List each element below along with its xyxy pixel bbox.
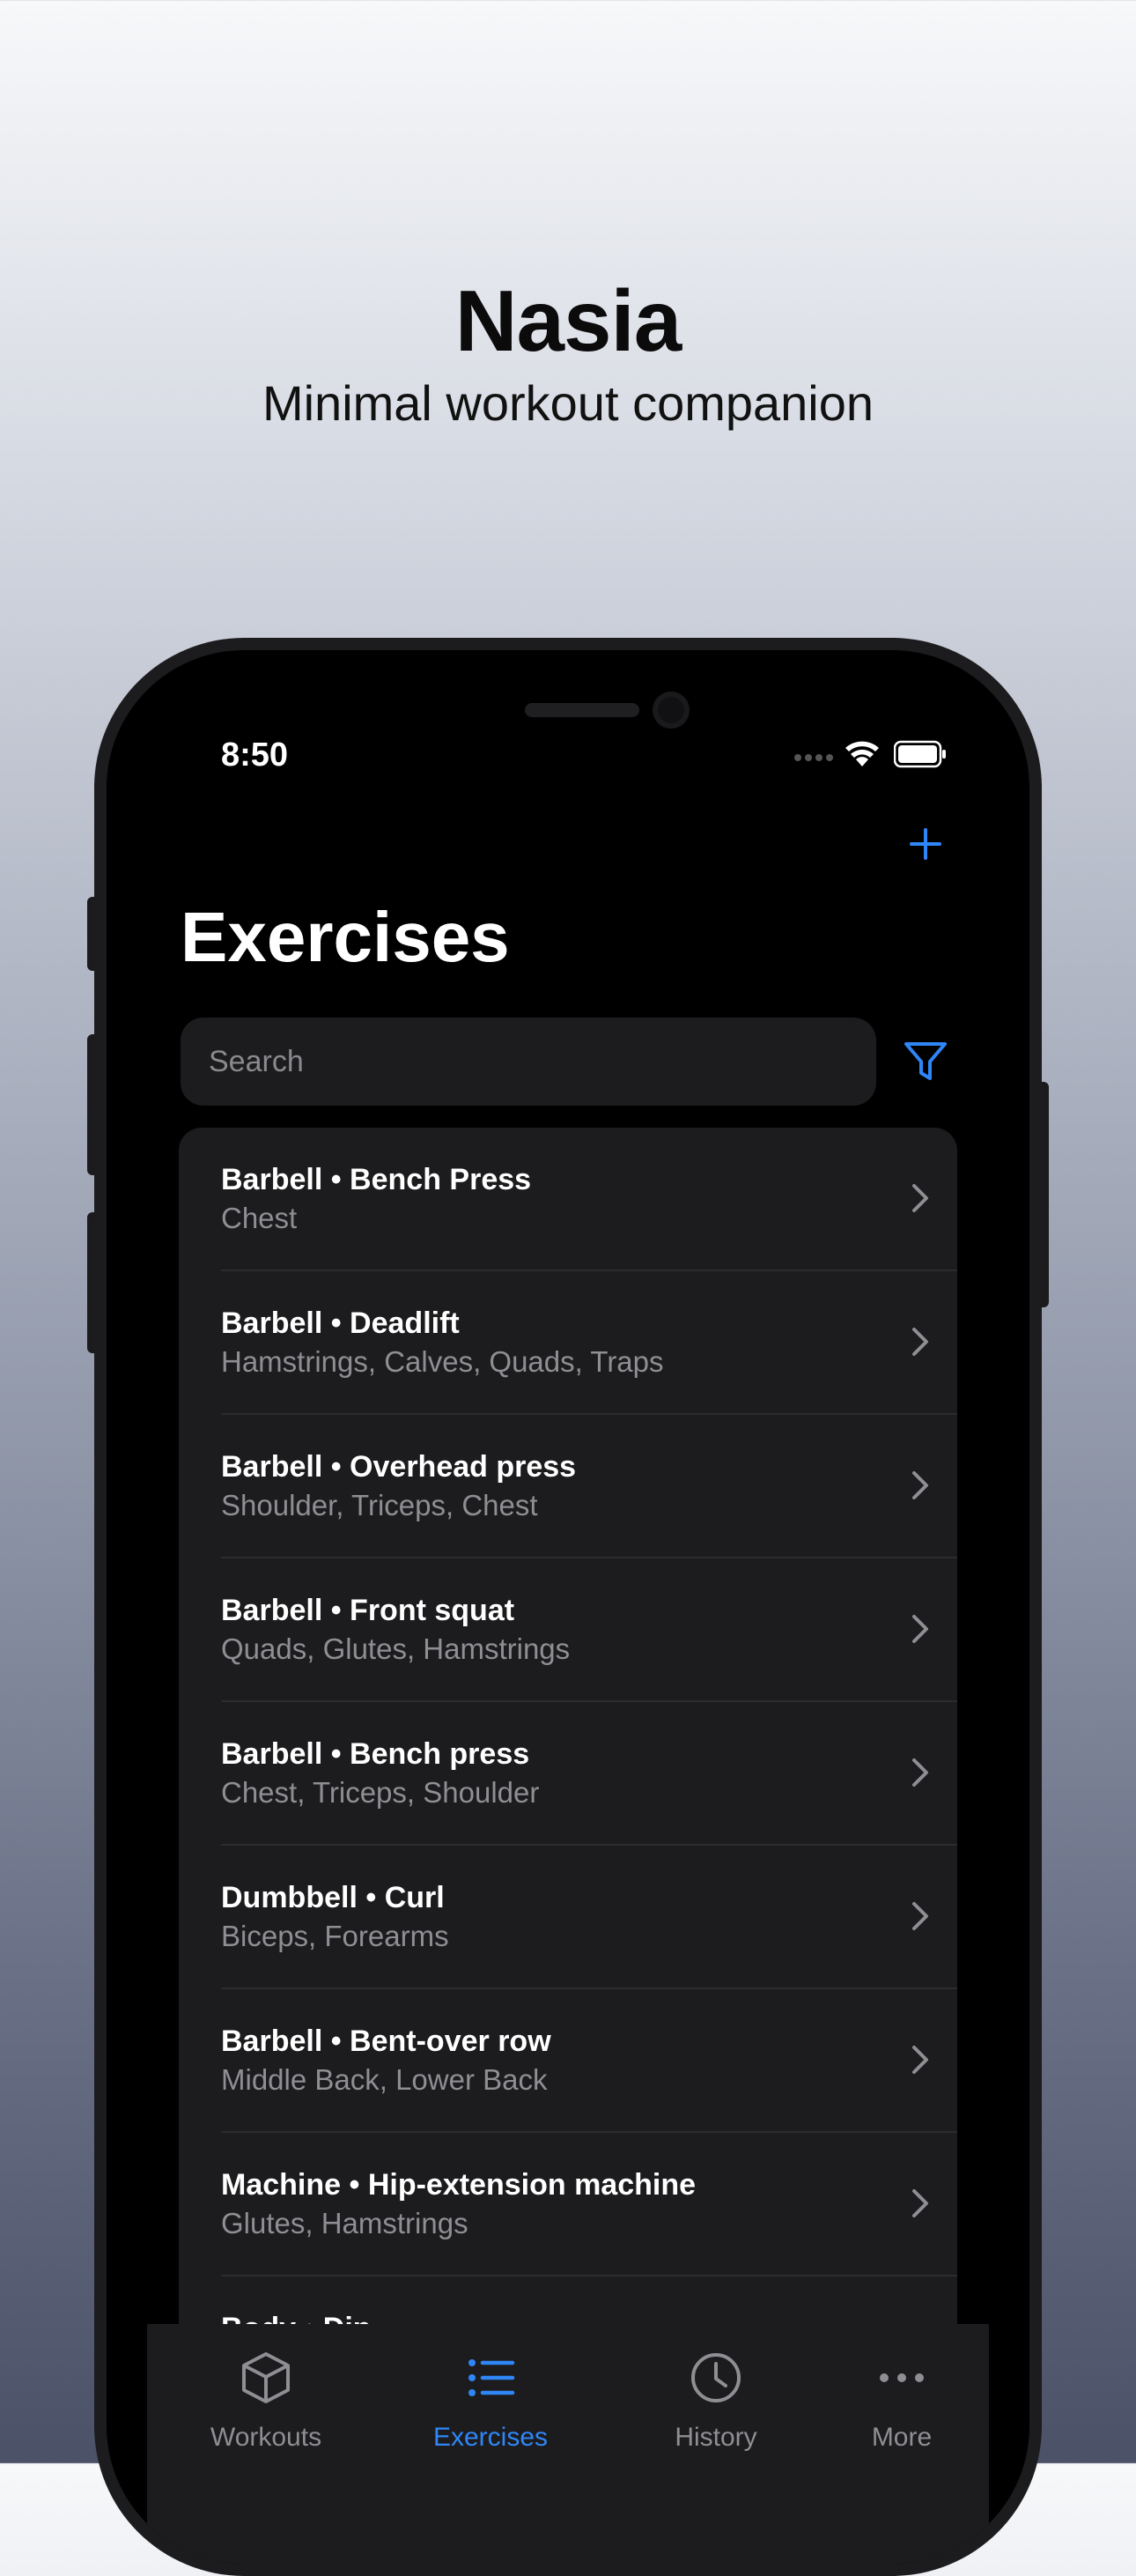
exercise-title: Barbell • Bench press [221, 1737, 530, 1771]
clock-icon [691, 2353, 741, 2402]
chevron-right-icon [912, 2189, 928, 2217]
exercise-title: Barbell • Deadlift [221, 1307, 460, 1340]
page-title: Exercises [181, 898, 510, 976]
list-item[interactable]: Barbell • Deadlift Hamstrings, Calves, Q… [179, 1271, 957, 1415]
tab-label: Exercises [432, 2423, 549, 2452]
speaker-grille [525, 703, 639, 717]
battery-icon [894, 740, 946, 768]
exercise-muscles: Glutes, Hamstrings [221, 2207, 468, 2239]
exercise-muscles: Chest, Triceps, Shoulder [221, 1776, 540, 1809]
list-icon [468, 2359, 515, 2396]
chevron-right-icon [912, 1758, 928, 1787]
tab-exercises[interactable]: Exercises [394, 2324, 587, 2500]
chevron-right-icon [912, 2046, 928, 2074]
cube-icon [242, 2352, 290, 2403]
phone-frame: 8:50 Exercises Search Barbell • Bench Pr… [94, 638, 1042, 2576]
chevron-right-icon [912, 1615, 928, 1643]
tab-label: More [871, 2423, 933, 2452]
tab-bar: Workouts Exercises History More [147, 2324, 989, 2564]
list-item[interactable]: Barbell • Bench Press Chest [179, 1128, 957, 1271]
phone-screen: 8:50 Exercises Search Barbell • Bench Pr… [107, 650, 1029, 2564]
chevron-right-icon [912, 1471, 928, 1499]
list-item[interactable]: Barbell • Bench press Chest, Triceps, Sh… [179, 1702, 957, 1846]
exercise-muscles: Shoulder, Triceps, Chest [221, 1489, 538, 1521]
exercise-title: Barbell • Bent-over row [221, 2025, 551, 2058]
hero-title: Nasia [454, 272, 682, 369]
list-item[interactable]: Barbell • Front squat Quads, Glutes, Ham… [179, 1558, 957, 1702]
exercise-title: Dumbbell • Curl [221, 1881, 445, 1914]
tab-workouts[interactable]: Workouts [173, 2324, 358, 2500]
status-time: 8:50 [221, 737, 289, 774]
filter-button[interactable] [899, 1035, 952, 1088]
plus-icon [910, 828, 941, 860]
signal-icon [794, 754, 833, 761]
chevron-right-icon [912, 1328, 928, 1356]
search-input[interactable] [207, 1043, 850, 1080]
list-item[interactable]: Barbell • Overhead press Shoulder, Trice… [179, 1415, 957, 1558]
exercise-muscles: Middle Back, Lower Back [221, 2063, 548, 2096]
tab-label: Workouts [210, 2423, 322, 2452]
list-item[interactable]: Barbell • Bent-over row Middle Back, Low… [179, 1989, 957, 2133]
front-camera [653, 692, 690, 729]
filter-icon [904, 1042, 947, 1080]
tab-label: History [675, 2423, 757, 2452]
exercise-muscles: Quads, Glutes, Hamstrings [221, 1632, 571, 1665]
chevron-right-icon [912, 1902, 928, 1930]
exercise-muscles: Chest [221, 1202, 298, 1234]
ellipsis-icon [880, 2373, 924, 2382]
exercise-title: Barbell • Bench Press [221, 1163, 532, 1196]
exercise-muscles: Biceps, Forearms [221, 1920, 449, 1952]
exercise-title: Barbell • Front squat [221, 1594, 515, 1627]
exercise-muscles: Hamstrings, Calves, Quads, Traps [221, 1345, 664, 1378]
chevron-right-icon [912, 1184, 928, 1212]
hero-subtitle: Minimal workout companion [262, 375, 874, 431]
add-exercise-button[interactable] [899, 818, 952, 870]
status-icons [793, 733, 970, 777]
tab-more[interactable]: More [836, 2324, 968, 2500]
list-item[interactable]: Machine • Hip-extension machine Glutes, … [179, 2133, 957, 2276]
tab-history[interactable]: History [628, 2324, 804, 2500]
exercise-title: Barbell • Overhead press [221, 1450, 577, 1484]
search-bar[interactable] [181, 1018, 876, 1106]
wifi-icon [845, 741, 879, 766]
exercise-title: Machine • Hip-extension machine [221, 2168, 697, 2202]
list-item[interactable]: Dumbbell • Curl Biceps, Forearms [179, 1846, 957, 1989]
